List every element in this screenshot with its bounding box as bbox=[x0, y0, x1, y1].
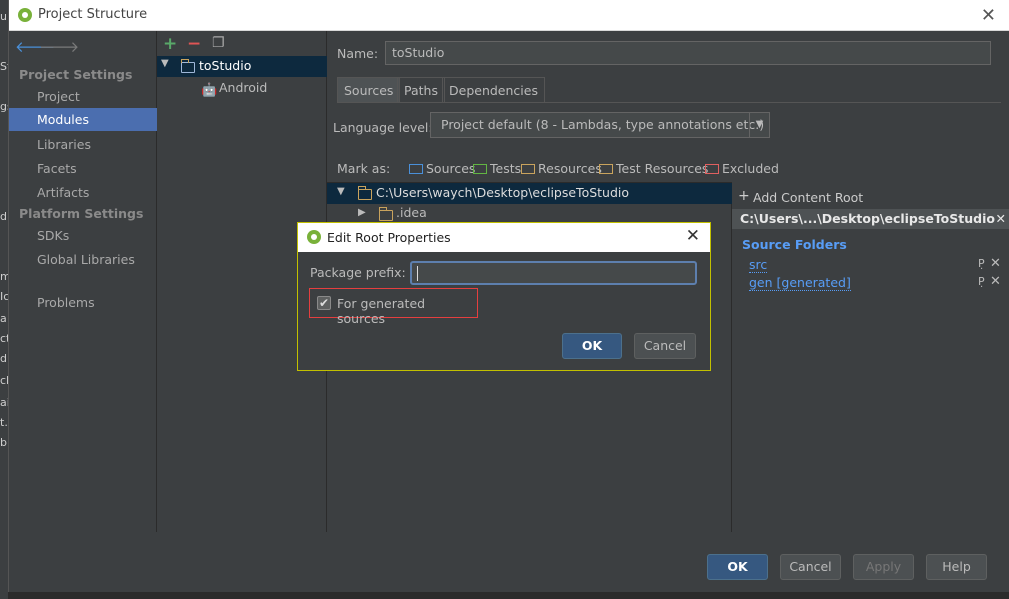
package-prefix-label: Package prefix: bbox=[310, 265, 406, 280]
tests-folder-icon bbox=[473, 164, 487, 174]
edit-properties-icon[interactable]: P̣ bbox=[978, 275, 985, 288]
content-root-path: C:\Users\waych\Desktop\eclipseToStudio bbox=[376, 185, 630, 200]
tab-paths[interactable]: Paths bbox=[397, 77, 445, 103]
mark-as-resources[interactable]: Resources bbox=[521, 161, 602, 176]
language-level-select[interactable]: Project default (8 - Lambdas, type annot… bbox=[430, 112, 770, 138]
mark-as-excluded[interactable]: Excluded bbox=[705, 161, 779, 176]
generated-sources-label[interactable]: For generated sources bbox=[337, 296, 477, 326]
edit-properties-icon[interactable]: P̣ bbox=[978, 257, 985, 270]
nav-item-artifacts[interactable]: Artifacts bbox=[9, 181, 157, 204]
module-name-field[interactable]: toStudio bbox=[385, 41, 991, 65]
help-button[interactable]: Help bbox=[926, 554, 987, 580]
dialog-ok-button[interactable]: OK bbox=[562, 333, 622, 359]
tree-child-android[interactable]: Android bbox=[219, 80, 267, 95]
tree-row-content-root[interactable]: ▼ C:\Users\waych\Desktop\eclipseToStudio bbox=[327, 183, 732, 204]
content-root-header: C:\Users\...\Desktop\eclipseToStudio ✕ bbox=[732, 209, 1009, 229]
test-resources-folder-icon bbox=[599, 164, 613, 174]
excluded-folder-icon bbox=[705, 164, 719, 174]
content-root-side-panel: + Add Content Root C:\Users\...\Desktop\… bbox=[732, 182, 1009, 532]
edit-root-properties-dialog: Edit Root Properties ✕ Package prefix: ✔… bbox=[297, 222, 711, 371]
tab-sources[interactable]: Sources bbox=[337, 77, 401, 103]
tree-root-label: toStudio bbox=[199, 58, 252, 73]
nav-item-problems[interactable]: Problems bbox=[9, 291, 157, 314]
dialog-close-icon[interactable]: ✕ bbox=[686, 226, 700, 246]
android-icon: 🤖 bbox=[201, 83, 218, 98]
platform-settings-header: Platform Settings bbox=[19, 206, 144, 221]
folder-icon bbox=[357, 186, 372, 200]
forward-arrow-icon[interactable]: 🡒 bbox=[39, 37, 79, 56]
name-label: Name: bbox=[337, 46, 379, 61]
cancel-button[interactable]: Cancel bbox=[780, 554, 841, 580]
language-level-label: Language level: bbox=[333, 120, 433, 135]
language-level-value: Project default (8 - Lambdas, type annot… bbox=[441, 117, 765, 132]
package-prefix-input[interactable] bbox=[410, 261, 697, 285]
folder-icon bbox=[378, 207, 393, 221]
remove-root-icon[interactable]: ✕ bbox=[996, 209, 1006, 229]
add-content-root-link[interactable]: Add Content Root bbox=[753, 190, 863, 205]
mark-as-tests[interactable]: Tests bbox=[473, 161, 521, 176]
project-settings-header: Project Settings bbox=[19, 67, 133, 82]
tab-divider bbox=[337, 102, 1001, 103]
tree-item-idea[interactable]: .idea bbox=[396, 205, 427, 220]
copy-icon[interactable]: ❐ bbox=[212, 35, 225, 51]
window-close-icon[interactable]: ✕ bbox=[981, 5, 996, 26]
source-folder-src[interactable]: src bbox=[749, 257, 768, 273]
source-folders-label: Source Folders bbox=[742, 237, 847, 252]
nav-item-global-libraries[interactable]: Global Libraries bbox=[9, 248, 157, 271]
generated-sources-highlight: ✔ For generated sources bbox=[309, 288, 478, 326]
settings-nav-pane: 🡐 🡒 Project Settings Project Modules Lib… bbox=[9, 31, 157, 532]
nav-item-modules[interactable]: Modules bbox=[9, 108, 157, 131]
text-caret bbox=[417, 266, 418, 281]
add-icon[interactable]: + bbox=[738, 188, 750, 204]
background-ide-strip: u St gs dr m Ic a ct d cl ai t. b bbox=[0, 0, 8, 599]
tab-dependencies[interactable]: Dependencies bbox=[442, 77, 545, 103]
ok-button[interactable]: OK bbox=[707, 554, 768, 580]
mark-as-test-resources[interactable]: Test Resources bbox=[599, 161, 708, 176]
tree-row-tostudio[interactable]: ▼ toStudio bbox=[157, 56, 327, 77]
collapse-arrow-icon[interactable]: ▶ bbox=[358, 207, 366, 218]
nav-item-sdks[interactable]: SDKs bbox=[9, 224, 157, 247]
expand-arrow-icon[interactable]: ▼ bbox=[337, 186, 345, 197]
window-title: Project Structure bbox=[38, 7, 148, 22]
generated-sources-checkbox[interactable]: ✔ bbox=[317, 296, 331, 310]
add-icon[interactable]: + bbox=[163, 34, 177, 54]
dialog-titlebar: Edit Root Properties ✕ bbox=[298, 223, 710, 252]
remove-icon[interactable]: − bbox=[187, 34, 201, 54]
dialog-cancel-button[interactable]: Cancel bbox=[634, 333, 696, 359]
android-studio-logo-icon bbox=[307, 230, 321, 244]
nav-item-facets[interactable]: Facets bbox=[9, 157, 157, 180]
nav-item-project[interactable]: Project bbox=[9, 85, 157, 108]
module-folder-icon bbox=[180, 59, 195, 73]
apply-button[interactable]: Apply bbox=[853, 554, 914, 580]
remove-folder-icon[interactable]: ✕ bbox=[990, 274, 1001, 289]
mark-as-label: Mark as: bbox=[337, 161, 391, 176]
mark-as-sources[interactable]: Sources bbox=[409, 161, 475, 176]
expand-arrow-icon[interactable]: ▼ bbox=[161, 58, 169, 69]
nav-item-libraries[interactable]: Libraries bbox=[9, 133, 157, 156]
android-studio-logo-icon bbox=[18, 8, 32, 22]
remove-folder-icon[interactable]: ✕ bbox=[990, 256, 1001, 271]
sources-folder-icon bbox=[409, 164, 423, 174]
resources-folder-icon bbox=[521, 164, 535, 174]
dropdown-arrow-icon[interactable]: ▼ bbox=[749, 113, 769, 137]
dialog-title: Edit Root Properties bbox=[327, 230, 451, 245]
source-folder-gen[interactable]: gen [generated] bbox=[749, 275, 851, 291]
window-titlebar: Project Structure ✕ bbox=[9, 0, 1009, 31]
